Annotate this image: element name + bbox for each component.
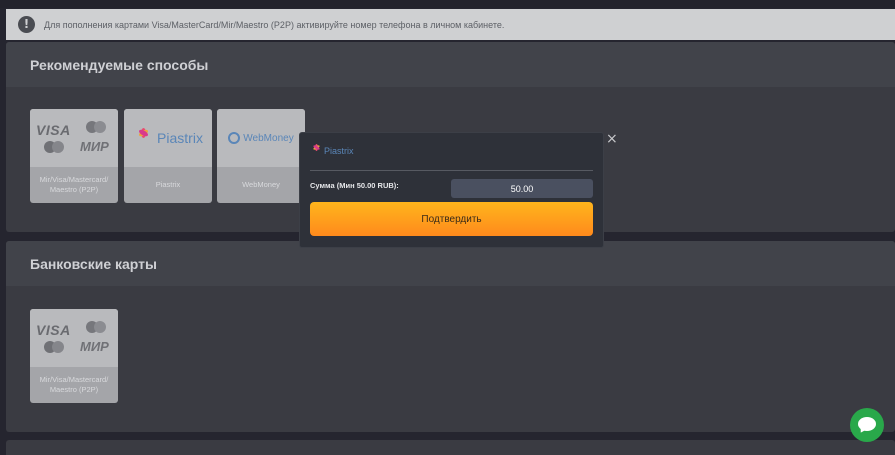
piastrix-flower-icon [133,127,153,149]
webmoney-logo: WebMoney [217,109,305,167]
piastrix-logo-text: Piastrix [157,130,203,146]
cards-logo: VISA МИР [30,109,118,167]
visa-logo: VISA [36,322,71,338]
piastrix-flower-icon [310,144,322,158]
maestro-logo [44,341,66,353]
method-label: Mir/Visa/Mastercard/ Maestro (P2P) [39,175,109,194]
notice-text: Для пополнения картами Visa/MasterCard/M… [44,19,505,30]
section-title: Рекомендуемые способы [30,56,209,73]
method-label: Mir/Visa/Mastercard/ Maestro (P2P) [39,375,109,394]
piastrix-logo: Piastrix [124,109,212,167]
mastercard-logo [86,121,108,133]
notice-banner: ! Для пополнения картами Visa/MasterCard… [6,9,895,40]
chat-bubble-icon [858,417,876,435]
mir-logo: МИР [80,339,109,354]
method-label: Piastrix [155,180,181,189]
method-card-piastrix[interactable]: Piastrix Piastrix [124,109,212,203]
visa-logo: VISA [36,122,71,138]
mastercard-logo [86,321,108,333]
chat-button[interactable] [850,408,884,442]
webmoney-logo-text: WebMoney [243,132,294,144]
amount-label: Сумма (Мин 50.00 RUB): [310,181,399,190]
method-card-webmoney[interactable]: WebMoney WebMoney [217,109,305,203]
method-card-p2p[interactable]: VISA МИР Mir/Visa/Mastercard/ Maestro (P… [30,309,118,403]
confirm-button[interactable]: Подтвердить [310,202,593,236]
maestro-logo [44,141,66,153]
recommended-header: Рекомендуемые способы [6,42,895,87]
top-strip [0,0,895,8]
modal-brand-text: Piastrix [324,146,354,156]
method-label: WebMoney [242,180,280,189]
exclamation-icon: ! [18,16,35,33]
method-card-p2p[interactable]: VISA МИР Mir/Visa/Mastercard/ Maestro (P… [30,109,118,203]
next-section [6,440,895,455]
cards-logo: VISA МИР [30,309,118,367]
section-title: Банковские карты [30,255,157,272]
amount-input[interactable] [451,179,593,198]
bank-cards-section: Банковские карты [6,241,895,432]
close-icon[interactable]: × [606,131,618,147]
mir-logo: МИР [80,139,109,154]
webmoney-globe-icon [228,132,241,144]
modal-brand: Piastrix [310,144,354,158]
modal-divider [310,170,593,171]
payment-modal: Piastrix Сумма (Мин 50.00 RUB): Подтверд… [299,132,604,248]
